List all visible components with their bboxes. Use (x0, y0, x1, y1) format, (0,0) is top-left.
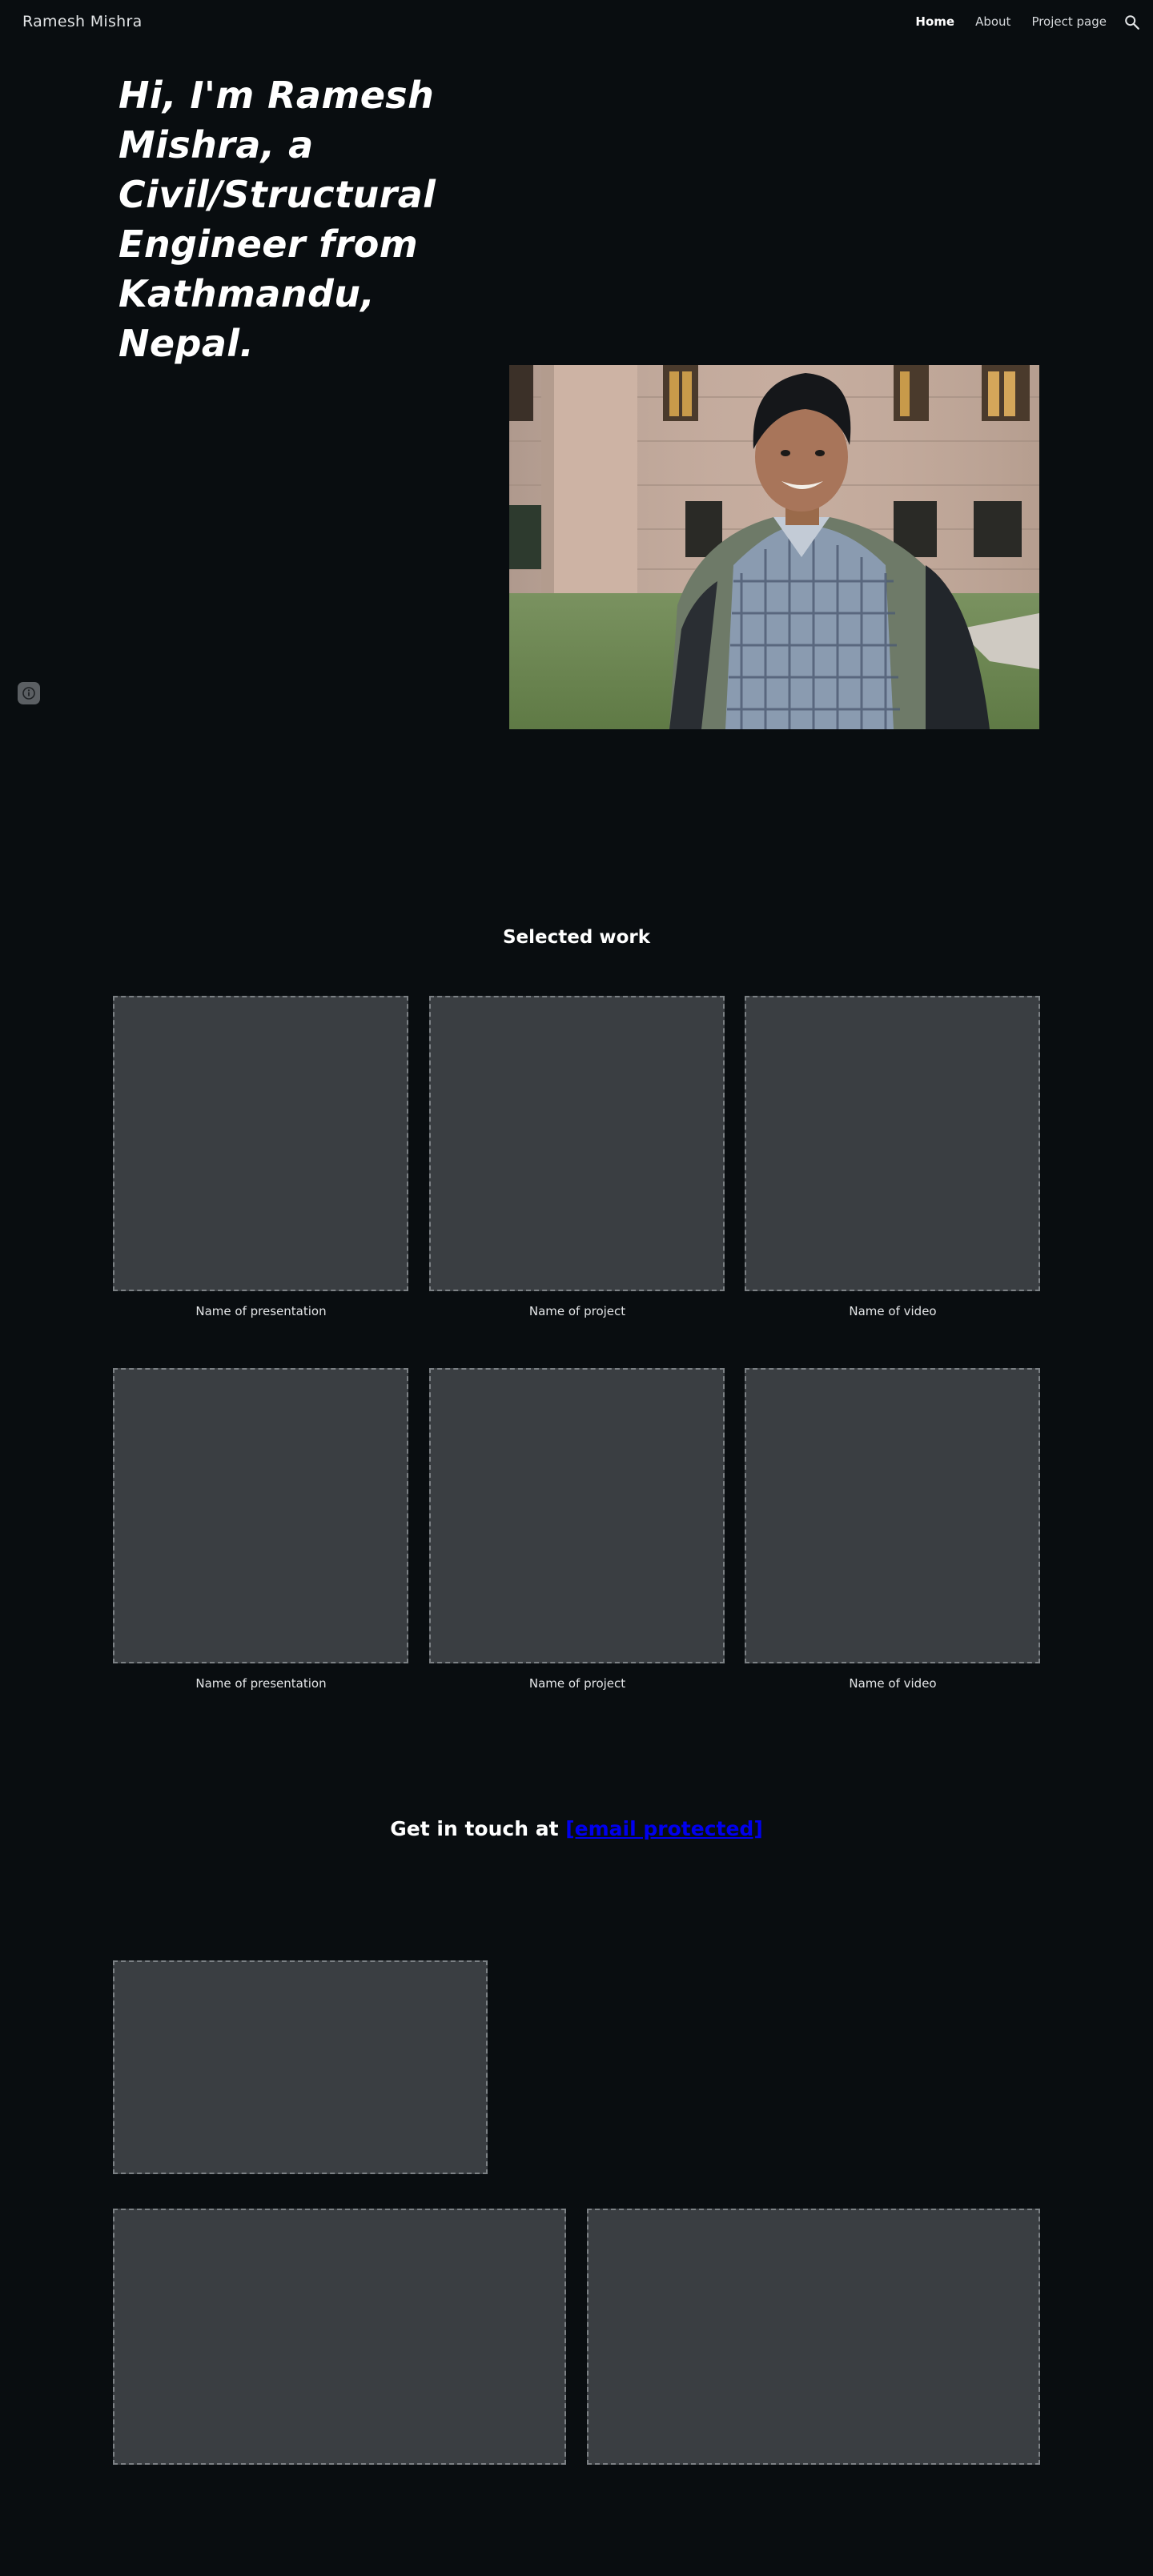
work-thumbnail-presentation-1[interactable] (113, 996, 408, 1291)
search-icon (1125, 15, 1139, 30)
profile-photo (509, 365, 1039, 729)
main-nav: Home About Project page (915, 14, 1107, 29)
contact-email-link[interactable]: [email protected] (565, 1817, 763, 1840)
nav-home[interactable]: Home (915, 14, 954, 29)
footer-image-placeholder-2 (113, 2209, 566, 2465)
search-button[interactable] (1119, 10, 1145, 35)
work-thumbnail-project-1[interactable] (429, 996, 725, 1291)
info-icon (22, 687, 35, 700)
contact-line: Get in touch at [email protected] (0, 1817, 1153, 1840)
top-navigation-bar: Ramesh Mishra Home About Project page (0, 0, 1153, 45)
work-thumbnail-video-2[interactable] (745, 1368, 1040, 1663)
work-caption-video-1: Name of video (849, 1304, 937, 1318)
nav-about[interactable]: About (975, 14, 1010, 29)
work-caption-video-2: Name of video (849, 1676, 937, 1691)
work-caption-project-2: Name of project (528, 1676, 626, 1691)
work-thumbnail-presentation-2[interactable] (113, 1368, 408, 1663)
info-button[interactable] (18, 682, 40, 704)
footer-image-placeholder-1 (113, 1960, 488, 2174)
profile-photo-illustration (509, 365, 1039, 729)
footer-image-placeholder-3 (587, 2209, 1040, 2465)
work-caption-presentation-1: Name of presentation (195, 1304, 327, 1318)
work-caption-presentation-2: Name of presentation (195, 1676, 327, 1691)
nav-project-page[interactable]: Project page (1031, 14, 1107, 29)
work-caption-project-1: Name of project (528, 1304, 626, 1318)
work-thumbnail-project-2[interactable] (429, 1368, 725, 1663)
contact-prefix: Get in touch at (390, 1817, 559, 1840)
work-thumbnail-video-1[interactable] (745, 996, 1040, 1291)
selected-work-title: Selected work (502, 927, 651, 948)
hero-heading: Hi, I'm Ramesh Mishra, a Civil/Structura… (119, 74, 436, 365)
site-title[interactable]: Ramesh Mishra (22, 13, 143, 30)
